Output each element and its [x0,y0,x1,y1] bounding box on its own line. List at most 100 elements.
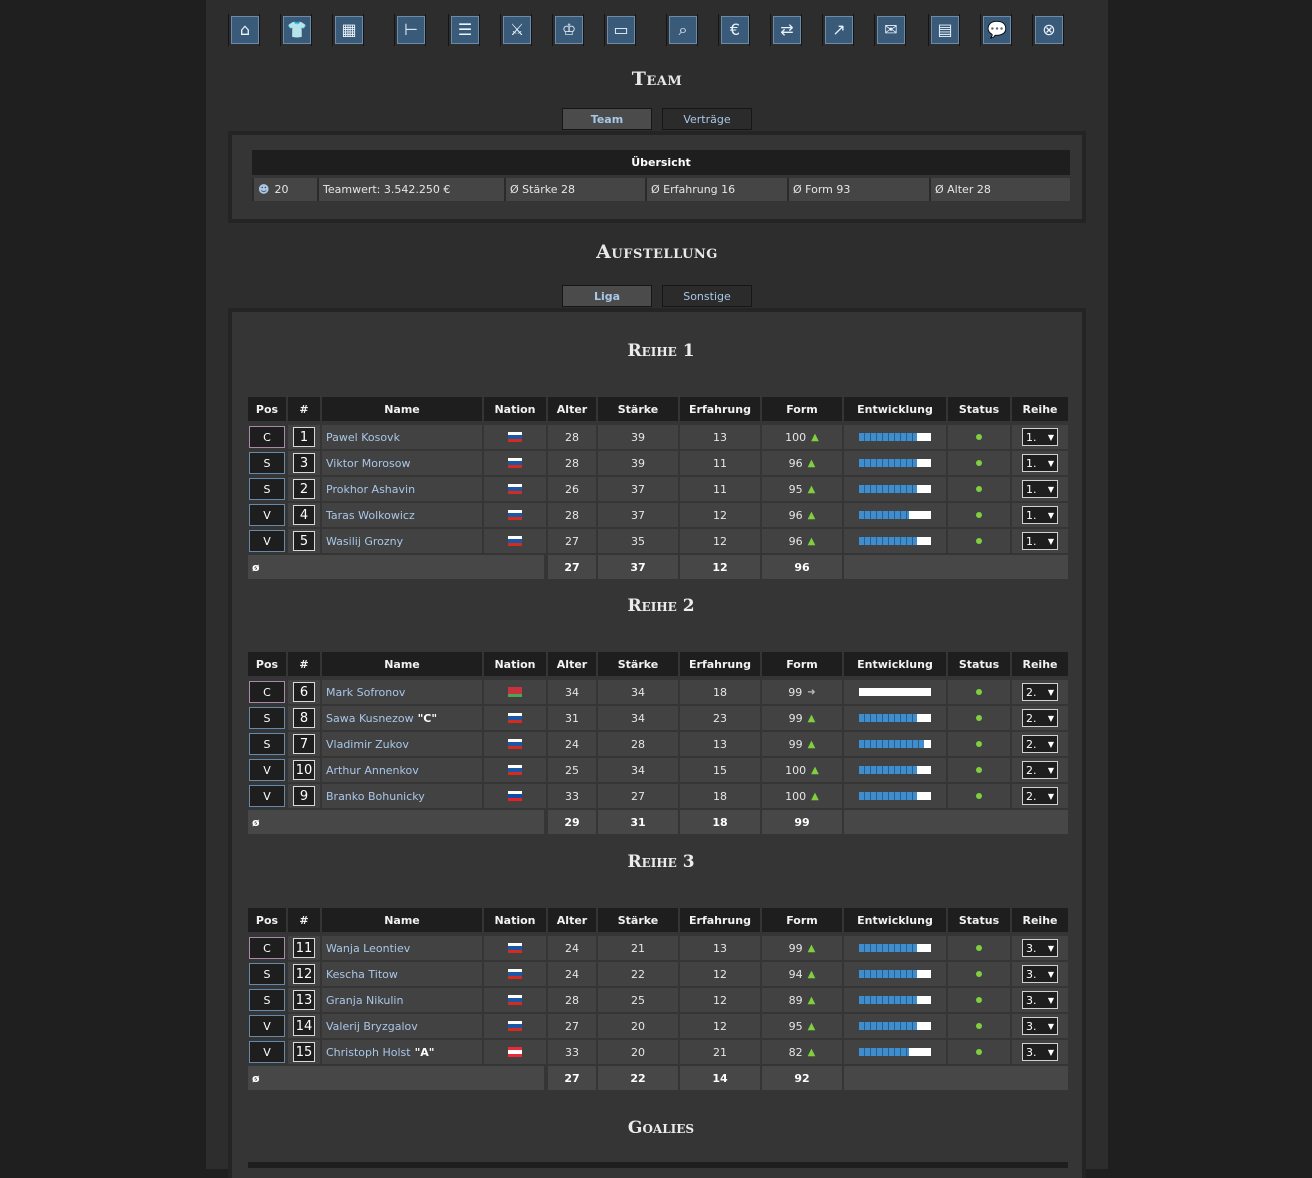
player-name-link[interactable]: Viktor Morosow [326,457,410,470]
player-name-link[interactable]: Wasilij Grozny [326,535,403,548]
reihe-select[interactable]: 1. ▼ [1022,532,1058,550]
reihe-cell: 1. ▼ [1012,451,1068,475]
player-name-link[interactable]: Vladimir Zukov [326,738,409,751]
strength-cell: 25 [598,988,678,1012]
tab-liga[interactable]: Liga [562,285,652,307]
player-name-link[interactable]: Prokhor Ashavin [326,483,415,496]
reihe-select[interactable]: 3. ▼ [1022,991,1058,1009]
form-cell: 82 ▲ [762,1040,842,1064]
nation-cell [484,1040,546,1064]
reihe-select-value: 2. [1026,789,1037,803]
reihe-select-value: 1. [1026,456,1037,470]
player-name-link[interactable]: Valerij Bryzgalov [326,1020,418,1033]
number-cell: 7 [288,732,320,756]
status-cell [948,680,1010,704]
tab-team[interactable]: Team [562,108,652,130]
reihe-select[interactable]: 2. ▼ [1022,735,1058,753]
nav-button-training[interactable]: ⊢ [394,14,426,46]
reihe-select[interactable]: 1. ▼ [1022,428,1058,446]
position-badge: V [249,1015,285,1037]
form-cell: 99 ▲ [762,732,842,756]
nav-button-home[interactable]: ⌂ [228,14,260,46]
chevron-down-icon: ▼ [1047,458,1054,468]
age-cell: 28 [548,451,596,475]
nav-button-chat[interactable]: 💬 [980,14,1012,46]
development-cell [844,1014,946,1038]
flag-icon [508,1047,522,1057]
jersey-number: 11 [293,938,315,958]
nav-button-table[interactable]: ▤ [928,14,960,46]
lineup-table: Pos # Name Nation Alter Stärke Erfahrung Form En… [248,908,1068,1090]
player-name-cell: Kescha Titow [322,962,482,986]
reihe-select[interactable]: 3. ▼ [1022,1043,1058,1061]
player-name-link[interactable]: Branko Bohunicky [326,790,425,803]
nav-button-list[interactable]: ☰ [448,14,480,46]
reihe-select[interactable]: 3. ▼ [1022,939,1058,957]
reihe-select[interactable]: 2. ▼ [1022,683,1058,701]
finances-icon: € [721,16,749,44]
player-name-link[interactable]: Wanja Leontiev [326,942,410,955]
nav-button-logout[interactable]: ⊗ [1032,14,1064,46]
scout-icon: ⌕ [669,16,697,44]
position-cell: S [248,451,286,475]
development-bar-fill [859,766,917,774]
nav-button-finances[interactable]: € [718,14,750,46]
goalies-title: Goalies [627,1118,695,1138]
reihe-select[interactable]: 2. ▼ [1022,709,1058,727]
strength-cell: 20 [598,1040,678,1064]
reihe-select[interactable]: 2. ▼ [1022,761,1058,779]
player-name-link[interactable]: Granja Nikulin [326,994,403,1007]
nav-button-statistics[interactable]: ↗ [822,14,854,46]
status-cell [948,732,1010,756]
form-value: 99 [788,941,803,955]
header-reihe: Reihe [1012,397,1068,421]
trend-up-icon: ▲ [811,790,819,802]
development-bar-fill [859,485,917,493]
avg-alter: Ø Alter 28 [929,178,1070,201]
player-name-link[interactable]: Mark Sofronov [326,686,405,699]
player-name-link[interactable]: Christoph Holst [326,1046,411,1059]
experience-cell: 12 [680,1014,760,1038]
nav-button-mail[interactable]: ✉ [874,14,906,46]
team-tabs: Team Verträge [562,108,752,130]
reihe-select[interactable]: 2. ▼ [1022,787,1058,805]
position-badge: V [249,504,285,526]
player-name-link[interactable]: Sawa Kusnezow [326,712,414,725]
reihe-select[interactable]: 3. ▼ [1022,965,1058,983]
position-cell: S [248,706,286,730]
experience-cell: 13 [680,425,760,449]
page: ⌂ 👕 ▦ ⊢ ☰ ⚔ ♔ ▭ ⌕ € ⇄ ↗ ✉ ▤ 💬 ⊗ Team Team Verträge Über… [206,0,1108,1178]
position-badge: C [249,937,285,959]
player-name-link[interactable]: Arthur Annenkov [326,764,419,777]
reihe-select[interactable]: 1. ▼ [1022,454,1058,472]
nav-button-versus[interactable]: ⚔ [500,14,532,46]
chevron-down-icon: ▼ [1047,739,1054,749]
header-pos: Pos [248,397,286,421]
tab-sonstige[interactable]: Sonstige [662,285,752,307]
line-title: Reihe 3 [627,852,695,872]
nav-button-rink[interactable]: ▭ [604,14,636,46]
reihe-cell: 3. ▼ [1012,1014,1068,1038]
player-name-link[interactable]: Kescha Titow [326,968,398,981]
player-name-link[interactable]: Pawel Kosovk [326,431,400,444]
jersey-icon: 👕 [283,16,311,44]
development-cell [844,529,946,553]
nav-button-jersey[interactable]: 👕 [280,14,312,46]
nav-button-scout[interactable]: ⌕ [666,14,698,46]
jersey-number: 5 [293,531,315,551]
player-name-link[interactable]: Taras Wolkowicz [326,509,415,522]
reihe-select[interactable]: 1. ▼ [1022,506,1058,524]
flag-icon [508,484,522,494]
chevron-down-icon: ▼ [1047,484,1054,494]
reihe-select[interactable]: 1. ▼ [1022,480,1058,498]
reihe-select[interactable]: 3. ▼ [1022,1017,1058,1035]
nav-button-tactics-board[interactable]: ▦ [332,14,364,46]
tab-vertraege[interactable]: Verträge [662,108,752,130]
position-cell: C [248,680,286,704]
average-experience: 18 [680,810,760,834]
form-value: 89 [788,993,803,1007]
reihe-select-value: 1. [1026,508,1037,522]
jersey-number: 10 [293,760,315,780]
nav-button-transfer[interactable]: ⇄ [770,14,802,46]
nav-button-trophy[interactable]: ♔ [552,14,584,46]
